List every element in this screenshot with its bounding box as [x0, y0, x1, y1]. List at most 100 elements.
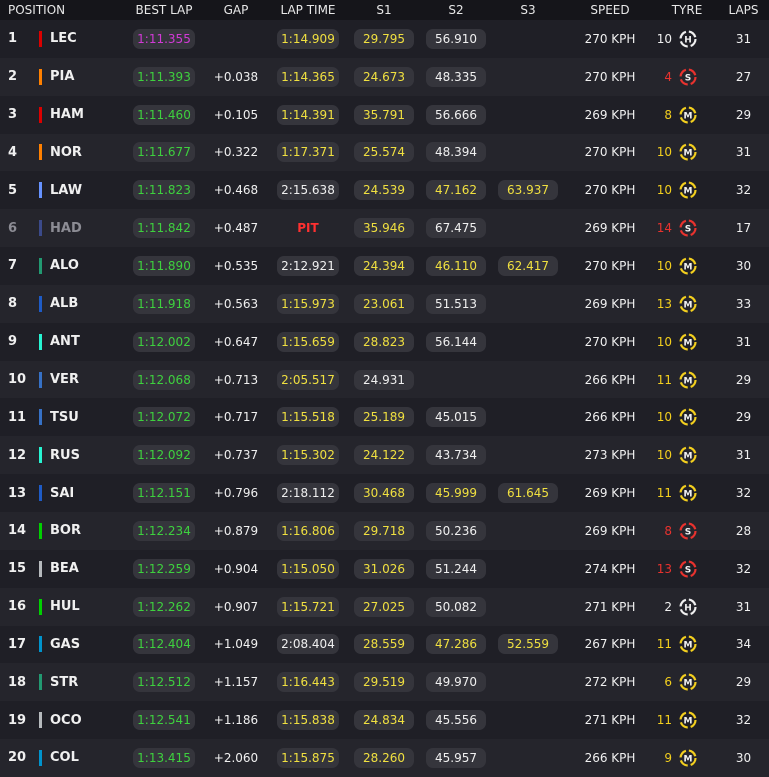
tyre-compound: M — [684, 376, 693, 386]
s1-value: 24.122 — [354, 445, 414, 466]
s1-value: 23.061 — [354, 293, 414, 314]
lap-value: 1:16.443 — [277, 672, 339, 693]
s3-value — [498, 717, 558, 723]
driver-code: ALO — [50, 258, 79, 274]
medium-tyre-icon: M — [679, 143, 697, 162]
best-value: 1:11.393 — [133, 66, 195, 87]
table-row[interactable]: 5 LAW 1:11.823 +0.468 2:15.638 24.539 47.162 63… — [0, 171, 769, 210]
table-row[interactable]: 2 PIA 1:11.393 +0.038 1:14.365 24.673 48.335 27… — [0, 57, 769, 96]
table-row[interactable]: 3 HAM 1:11.460 +0.105 1:14.391 35.791 56.666 26… — [0, 95, 769, 134]
table-row[interactable]: 15 BEA 1:12.259 +0.904 1:15.050 31.026 51.244 2… — [0, 549, 769, 588]
table-row[interactable]: 8 ALB 1:11.918 +0.563 1:15.973 23.061 51.513 26… — [0, 284, 769, 323]
tyre-compound: M — [684, 149, 693, 159]
s1-value: 30.468 — [354, 483, 414, 504]
position: 1 — [8, 31, 18, 47]
tyre-age: 13 — [656, 561, 672, 576]
s3-value — [498, 36, 558, 42]
driver-code: HAM — [50, 107, 84, 123]
gap-value: +0.796 — [213, 486, 259, 501]
hard-tyre-icon: H — [679, 597, 697, 616]
gap-value: +0.907 — [213, 599, 259, 614]
best-value: 1:11.677 — [133, 142, 195, 163]
s3-value — [498, 149, 558, 155]
medium-tyre-icon: M — [679, 295, 697, 313]
table-row[interactable]: 6 HAD 1:11.842 +0.487 PIT 35.946 67.475 269 KPH… — [0, 209, 769, 248]
best-value: 1:13.415 — [133, 747, 195, 768]
best-value: 1:11.890 — [133, 255, 195, 276]
driver-code: OCO — [50, 712, 82, 728]
s3-value — [498, 679, 558, 685]
table-row[interactable]: 13 SAI 1:12.151 +0.796 2:18.112 30.468 45.999 6… — [0, 474, 769, 512]
table-row[interactable]: 10 VER 1:12.068 +0.713 2:05.517 24.931 266 KPH… — [0, 360, 769, 399]
tyre-compound: M — [684, 754, 693, 764]
table-row[interactable]: 18 STR 1:12.512 +1.157 1:16.443 29.519 49.970 2… — [0, 663, 769, 702]
table-row[interactable]: 11 TSU 1:12.072 +0.717 1:15.518 25.189 45.015 2… — [0, 398, 769, 437]
tyre-age: 10 — [656, 145, 672, 160]
lap-value: 1:15.050 — [277, 558, 339, 579]
driver-code: GAS — [50, 636, 81, 652]
table-row[interactable]: 1 LEC 1:11.355 1:14.909 29.795 56.910 270 KPH 1… — [0, 20, 769, 58]
driver-code: SAI — [50, 485, 75, 501]
s1-value: 25.189 — [354, 407, 414, 428]
speed-value: 270 KPH — [584, 183, 636, 198]
table-row[interactable]: 17 GAS 1:12.404 +1.049 2:08.404 28.559 47.286 5… — [0, 625, 769, 664]
gap-value: +0.535 — [213, 258, 259, 273]
tyre-age: 8 — [664, 523, 672, 538]
header-s2: S2 — [448, 3, 464, 17]
laps-value: 34 — [735, 637, 752, 652]
gap-value: +0.647 — [213, 334, 259, 349]
position: 5 — [8, 182, 18, 198]
table-row[interactable]: 4 NOR 1:11.677 +0.322 1:17.371 25.574 48.394 27… — [0, 133, 769, 172]
speed-value: 270 KPH — [584, 258, 636, 273]
lap-value: 2:18.112 — [277, 483, 339, 504]
team-color — [36, 485, 44, 502]
table-row[interactable]: 14 BOR 1:12.234 +0.879 1:16.806 29.718 50.236 2… — [0, 511, 769, 550]
tyre-compound: S — [685, 565, 691, 575]
speed-value: 269 KPH — [584, 523, 636, 538]
tyre-compound: S — [685, 73, 691, 83]
tyre-compound: M — [684, 187, 693, 197]
position: 20 — [8, 750, 27, 766]
s3-value — [498, 566, 558, 572]
tyre-age: 10 — [656, 448, 672, 463]
header-s1: S1 — [376, 3, 392, 17]
header-tyre: TYRE — [671, 3, 703, 17]
position: 4 — [8, 144, 18, 160]
table-row[interactable]: 7 ALO 1:11.890 +0.535 2:12.921 24.394 46.110 62… — [0, 247, 769, 285]
s2-value: 48.394 — [426, 142, 486, 163]
tyre-compound: M — [684, 414, 693, 424]
soft-tyre-icon: S — [679, 560, 697, 578]
soft-tyre-icon: S — [679, 68, 697, 86]
gap-value: +1.186 — [213, 713, 259, 728]
speed-value: 270 KPH — [584, 31, 636, 46]
table-row[interactable]: 12 RUS 1:12.092 +0.737 1:15.302 24.122 43.734 2… — [0, 436, 769, 475]
table-row[interactable]: 16 HUL 1:12.262 +0.907 1:15.721 27.025 50.082 2… — [0, 587, 769, 626]
s1-value: 29.519 — [354, 672, 414, 693]
best-value: 1:12.002 — [133, 331, 195, 352]
position: 11 — [8, 409, 27, 425]
s1-value: 28.260 — [354, 747, 414, 768]
team-color — [36, 371, 44, 388]
s2-value: 50.236 — [426, 520, 486, 541]
team-color — [36, 220, 44, 237]
lap-value: 2:15.638 — [277, 180, 339, 201]
tyre-age: 10 — [656, 334, 672, 349]
tyre-compound: M — [684, 717, 693, 727]
best-value: 1:12.259 — [133, 558, 195, 579]
tyre-age: 4 — [664, 69, 672, 84]
s3-value — [498, 339, 558, 345]
header-laps: LAPS — [728, 3, 759, 17]
laps-value: 33 — [735, 296, 752, 311]
table-row[interactable]: 9 ANT 1:12.002 +0.647 1:15.659 28.823 56.144 27… — [0, 322, 769, 361]
lap-value: 1:15.721 — [277, 596, 339, 617]
tyre-age: 14 — [656, 221, 672, 236]
table-row[interactable]: 20 COL 1:13.415 +2.060 1:15.875 28.260 45.957 2… — [0, 739, 769, 777]
tyre-age: 10 — [656, 31, 672, 46]
tyre-compound: H — [684, 35, 692, 45]
tyre-compound: S — [685, 225, 691, 235]
s1-value: 29.795 — [354, 28, 414, 49]
table-row[interactable]: 19 OCO 1:12.541 +1.186 1:15.838 24.834 45.556 2… — [0, 701, 769, 740]
medium-tyre-icon: M — [679, 484, 697, 502]
s3-value — [498, 225, 558, 231]
position: 15 — [8, 561, 27, 577]
